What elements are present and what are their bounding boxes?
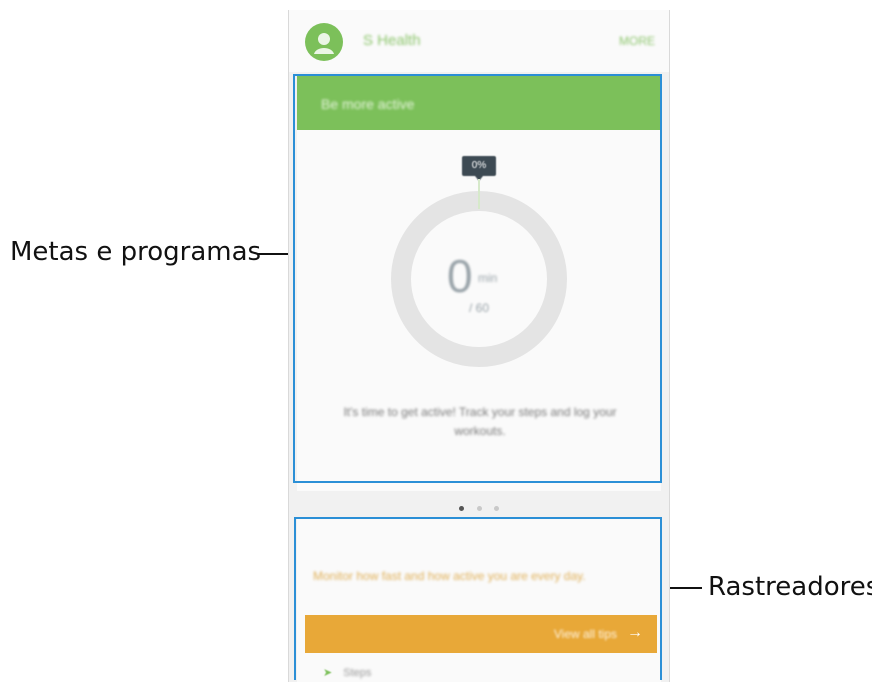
page-dot-2[interactable] [476, 506, 482, 511]
page-indicator [289, 498, 669, 516]
more-button[interactable]: MORE [619, 34, 655, 48]
app-bar: S Health MORE [289, 10, 669, 72]
user-icon [314, 33, 334, 54]
trackers-highlight-frame [294, 517, 662, 680]
page-dot-3[interactable] [493, 506, 499, 511]
app-title: S Health [363, 32, 421, 49]
goals-highlight-frame [293, 74, 662, 483]
callout-trackers: Rastreadores [708, 572, 872, 602]
page-dot-1[interactable] [459, 506, 465, 511]
callout-goals-programs: Metas e programas [10, 237, 262, 267]
profile-avatar[interactable] [305, 23, 343, 61]
